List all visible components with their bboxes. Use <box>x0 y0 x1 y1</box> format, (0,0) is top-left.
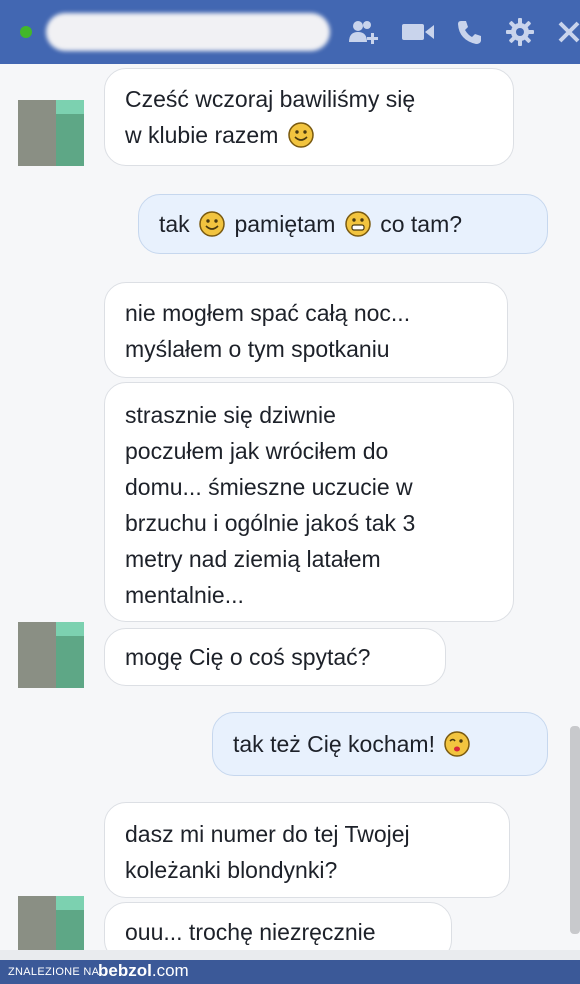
contact-avatar[interactable] <box>18 896 84 950</box>
message-bubble-outgoing: tak też Cię kocham! <box>212 712 548 776</box>
contact-avatar[interactable] <box>18 622 84 688</box>
contact-avatar[interactable] <box>18 100 84 166</box>
message-bubble-incoming: mogę Cię o coś spytać? <box>104 628 446 686</box>
add-person-icon[interactable] <box>346 16 382 48</box>
smiley-emoji-icon <box>199 211 225 237</box>
footer-label: ZNALEZIONE NA <box>8 966 100 978</box>
message-bubble-outgoing: tak pamiętam co tam? <box>138 194 548 254</box>
video-camera-icon[interactable] <box>398 16 438 48</box>
message-bubble-incoming: dasz mi numer do tej Twojej koleżanki bl… <box>104 802 510 898</box>
watermark-footer: ZNALEZIONE NA bebzol.com <box>0 960 580 984</box>
scrollbar[interactable] <box>570 726 580 934</box>
grin-emoji-icon <box>345 211 371 237</box>
close-icon[interactable] <box>556 16 580 48</box>
message-bubble-incoming: Cześć wczoraj bawiliśmy się w klubie raz… <box>104 68 514 166</box>
online-status-dot <box>20 26 32 38</box>
message-thread[interactable]: Cześć wczoraj bawiliśmy się w klubie raz… <box>0 64 580 950</box>
chat-header <box>0 0 580 64</box>
smiley-emoji-icon <box>288 122 314 148</box>
gear-icon[interactable] <box>502 16 538 48</box>
message-bubble-incoming: ouu... trochę niezręcznie <box>104 902 452 950</box>
footer-site-logo[interactable]: bebzol.com <box>98 961 189 981</box>
message-bubble-incoming: nie mogłem spać całą noc... myślałem o t… <box>104 282 508 378</box>
phone-icon[interactable] <box>452 16 486 48</box>
message-bubble-incoming: strasznie się dziwnie poczułem jak wróci… <box>104 382 514 622</box>
kiss-emoji-icon <box>444 731 471 757</box>
contact-name-redacted <box>46 13 330 51</box>
